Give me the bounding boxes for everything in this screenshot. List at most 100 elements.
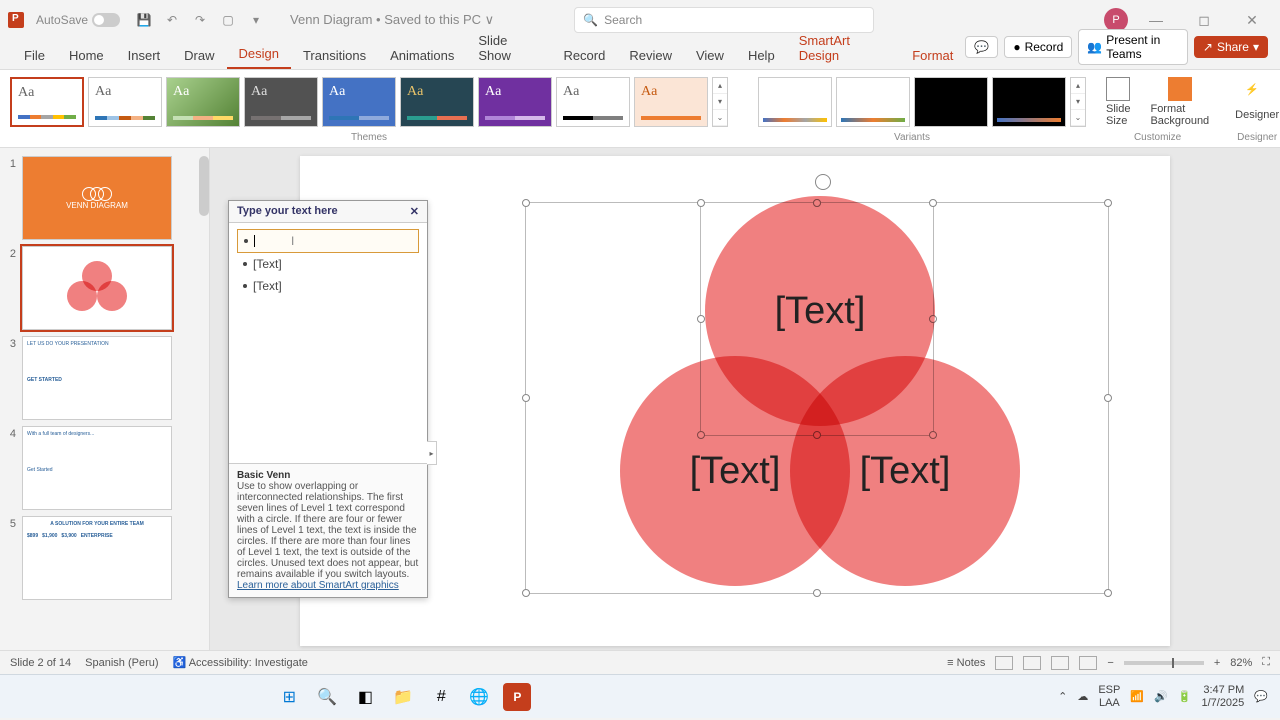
selection-handle[interactable]: [522, 394, 530, 402]
slide-thumbnail-2[interactable]: [22, 246, 172, 330]
variants-more-button[interactable]: ▴▾⌄: [1070, 77, 1086, 127]
theme-item[interactable]: Aa: [400, 77, 474, 127]
theme-item[interactable]: Aa: [556, 77, 630, 127]
venn-diagram[interactable]: [Text] [Text] [Text]: [620, 196, 1020, 596]
slide-canvas[interactable]: Type your text here ✕ I [Text] [Text] Ba…: [210, 148, 1280, 650]
theme-item[interactable]: Aa: [10, 77, 84, 127]
autosave-toggle[interactable]: AutoSave: [36, 13, 120, 27]
slack-icon[interactable]: #: [427, 683, 455, 711]
thumb-text: GET STARTED: [27, 377, 167, 383]
tab-smartart-design[interactable]: SmartArt Design: [787, 27, 901, 69]
smartart-text-pane: Type your text here ✕ I [Text] [Text] Ba…: [228, 200, 428, 598]
task-view-icon[interactable]: ◧: [351, 683, 379, 711]
present-icon[interactable]: ▢: [220, 12, 236, 28]
tab-transitions[interactable]: Transitions: [291, 42, 378, 69]
variant-item[interactable]: [836, 77, 910, 127]
record-button[interactable]: ● Record: [1004, 36, 1072, 58]
slide-size-button[interactable]: Slide Size: [1096, 77, 1140, 127]
thumbnails-scrollbar[interactable]: [199, 156, 209, 216]
accessibility-status[interactable]: ♿ Accessibility: Investigate: [173, 656, 308, 669]
fit-window-icon[interactable]: ⛶: [1262, 656, 1270, 669]
toggle-off-icon[interactable]: [92, 13, 120, 27]
tab-review[interactable]: Review: [617, 42, 684, 69]
document-title[interactable]: Venn Diagram • Saved to this PC ∨: [290, 12, 494, 28]
redo-icon[interactable]: ↷: [192, 12, 208, 28]
slide[interactable]: [Text] [Text] [Text]: [300, 156, 1170, 646]
notes-label: Notes: [957, 657, 986, 669]
selection-handle[interactable]: [522, 199, 530, 207]
volume-icon[interactable]: 🔊: [1154, 690, 1168, 703]
theme-item[interactable]: Aa: [166, 77, 240, 127]
learn-more-link[interactable]: Learn more about SmartArt graphics: [237, 580, 399, 591]
selection-handle[interactable]: [1104, 589, 1112, 597]
keyboard-language[interactable]: ESP LAA: [1098, 684, 1120, 708]
undo-icon[interactable]: ↶: [164, 12, 180, 28]
tab-record[interactable]: Record: [551, 42, 617, 69]
themes-more-button[interactable]: ▴▾⌄: [712, 77, 728, 127]
text-pane-item-2[interactable]: [Text]: [237, 253, 419, 275]
tab-help[interactable]: Help: [736, 42, 787, 69]
zoom-in-icon[interactable]: +: [1214, 657, 1220, 669]
comments-button[interactable]: 💬: [965, 36, 998, 58]
format-background-button[interactable]: Format Background: [1140, 77, 1219, 127]
slide-thumbnail-5[interactable]: A SOLUTION FOR YOUR ENTIRE TEAM $899 $1,…: [22, 516, 172, 600]
variant-item[interactable]: [914, 77, 988, 127]
start-icon[interactable]: ⊞: [275, 683, 303, 711]
sorter-view-icon[interactable]: [1023, 656, 1041, 670]
selection-handle[interactable]: [1104, 199, 1112, 207]
tab-view[interactable]: View: [684, 42, 736, 69]
language-status[interactable]: Spanish (Peru): [85, 657, 158, 669]
share-button[interactable]: ↗ Share ▾: [1194, 36, 1268, 58]
venn-circle-3[interactable]: [Text]: [790, 356, 1020, 586]
variant-item[interactable]: [992, 77, 1066, 127]
notes-button[interactable]: ≡ Notes: [947, 657, 985, 669]
designer-button[interactable]: ⚡ Designer: [1225, 83, 1280, 121]
notifications-icon[interactable]: 💬: [1254, 690, 1268, 703]
chrome-icon[interactable]: 🌐: [465, 683, 493, 711]
theme-item[interactable]: Aa: [634, 77, 708, 127]
slide-thumbnail-4[interactable]: With a full team of designers... Get Sta…: [22, 426, 172, 510]
theme-item[interactable]: Aa: [322, 77, 396, 127]
tray-chevron-icon[interactable]: ⌃: [1058, 690, 1067, 703]
qat-more-icon[interactable]: ▾: [248, 12, 264, 28]
onedrive-icon[interactable]: ☁: [1077, 690, 1088, 703]
normal-view-icon[interactable]: [995, 656, 1013, 670]
tab-animations[interactable]: Animations: [378, 42, 466, 69]
text-pane-item-3[interactable]: [Text]: [237, 275, 419, 297]
text-pane-close-icon[interactable]: ✕: [410, 205, 419, 218]
tab-insert[interactable]: Insert: [116, 42, 173, 69]
reading-view-icon[interactable]: [1051, 656, 1069, 670]
tab-draw[interactable]: Draw: [172, 42, 226, 69]
explorer-icon[interactable]: 📁: [389, 683, 417, 711]
zoom-slider[interactable]: [1124, 661, 1204, 665]
tab-file[interactable]: File: [12, 42, 57, 69]
thumb-number: 5: [4, 516, 16, 530]
theme-item[interactable]: Aa: [244, 77, 318, 127]
slideshow-view-icon[interactable]: [1079, 656, 1097, 670]
selection-handle[interactable]: [1104, 394, 1112, 402]
slide-thumbnail-1[interactable]: VENN DIAGRAM: [22, 156, 172, 240]
rotation-handle-icon[interactable]: [815, 174, 831, 190]
variant-item[interactable]: [758, 77, 832, 127]
theme-item[interactable]: Aa: [478, 77, 552, 127]
powerpoint-taskbar-icon[interactable]: P: [503, 683, 531, 711]
slide-counter[interactable]: Slide 2 of 14: [10, 657, 71, 669]
tab-design[interactable]: Design: [227, 40, 291, 69]
slide-thumbnail-3[interactable]: LET US DO YOUR PRESENTATION GET STARTED: [22, 336, 172, 420]
zoom-out-icon[interactable]: −: [1107, 657, 1113, 669]
text-pane-item-1[interactable]: I: [237, 229, 419, 253]
taskbar-search-icon[interactable]: 🔍: [313, 683, 341, 711]
theme-item[interactable]: Aa: [88, 77, 162, 127]
tab-slideshow[interactable]: Slide Show: [466, 27, 551, 69]
save-icon[interactable]: 💾: [136, 12, 152, 28]
battery-icon[interactable]: 🔋: [1178, 690, 1192, 703]
tab-home[interactable]: Home: [57, 42, 116, 69]
selection-handle[interactable]: [522, 589, 530, 597]
tab-format[interactable]: Format: [900, 42, 965, 69]
zoom-level[interactable]: 82%: [1230, 657, 1252, 669]
present-teams-button[interactable]: 👥 Present in Teams: [1078, 29, 1188, 65]
wifi-icon[interactable]: 📶: [1130, 690, 1144, 703]
text-pane-description: Basic Venn Use to show overlapping or in…: [229, 463, 427, 597]
clock[interactable]: 3:47 PM 1/7/2025: [1201, 684, 1244, 708]
text-pane-toggle[interactable]: ▸: [427, 441, 437, 465]
